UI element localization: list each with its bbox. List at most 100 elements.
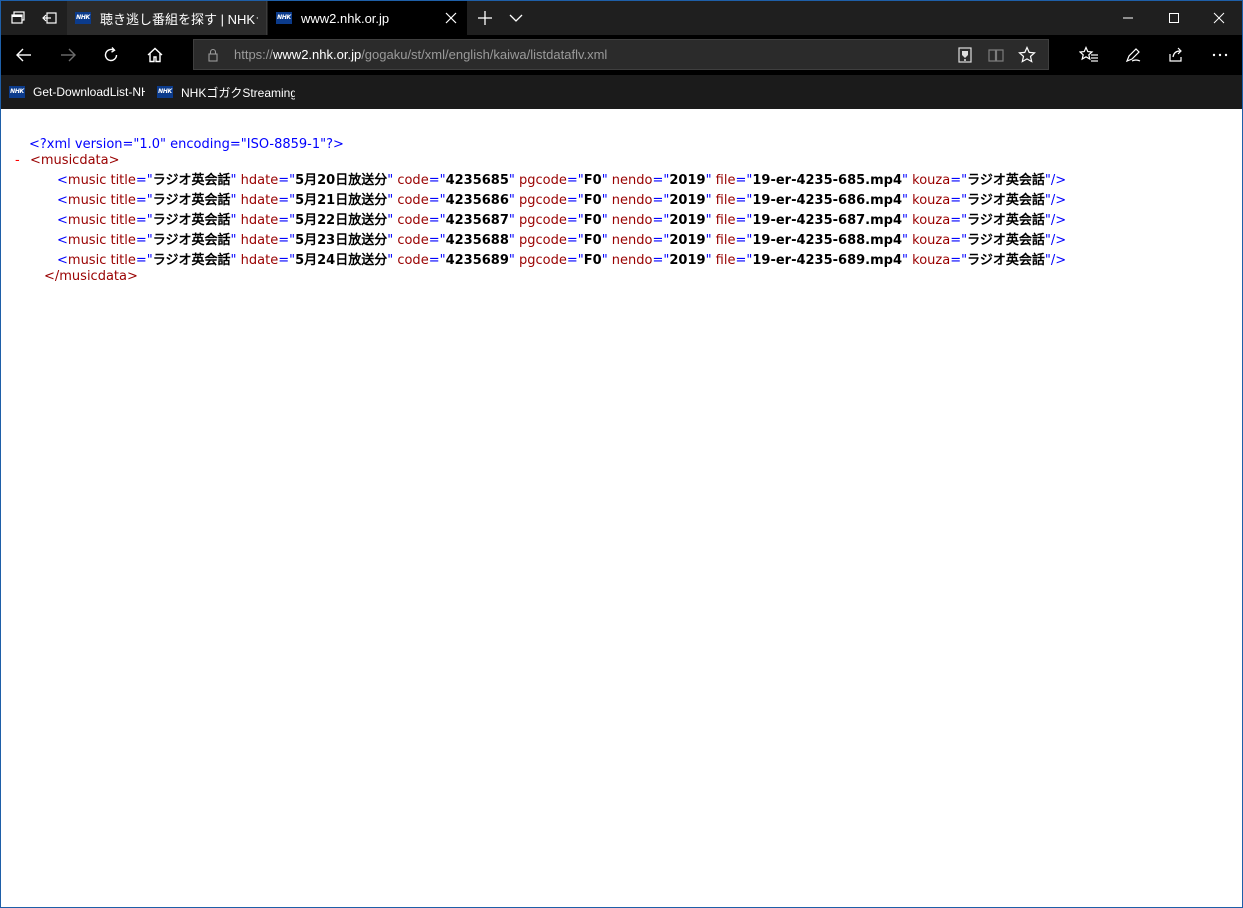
collapse-toggle[interactable]: - (15, 151, 20, 171)
attribute-value-kouza: ラジオ英会話 (967, 213, 1045, 228)
forward-button[interactable] (48, 35, 88, 75)
chevron-down-icon (509, 14, 523, 22)
attribute-quote: =" (652, 233, 670, 248)
add-notes-button[interactable] (1113, 35, 1153, 75)
navigation-bar: https://www2.nhk.or.jp/gogaku/st/xml/eng… (1, 35, 1242, 75)
attribute-value-title: ラジオ英会話 (152, 213, 231, 228)
plus-icon (478, 11, 492, 25)
attribute-name: code (393, 173, 429, 188)
tab-nhk-radio[interactable]: NHK 聴き逃し番組を探す | NHKラジ (67, 1, 267, 35)
back-button[interactable] (4, 35, 44, 75)
site-info-button[interactable] (198, 40, 228, 69)
attribute-name: kouza (908, 173, 951, 188)
xml-music-element: <music title="ラジオ英会話" hdate="5月22日放送分" c… (57, 211, 1066, 231)
attribute-name: nendo (607, 233, 653, 248)
tag-bracket: < (57, 253, 68, 268)
tag-bracket: < (57, 173, 68, 188)
attribute-quote: =" (278, 233, 296, 248)
xml-music-element: <music title="ラジオ英会話" hdate="5月23日放送分" c… (57, 231, 1066, 251)
attribute-quote: =" (135, 173, 153, 188)
media-icon (958, 46, 972, 63)
attribute-name: title (106, 193, 136, 208)
media-button[interactable] (950, 40, 980, 69)
tab-preview-button[interactable] (501, 1, 531, 35)
favorite-nhk-gogaku-streaming[interactable]: NHK NHKゴガクStreaming.b (157, 75, 295, 109)
attribute-quote: =" (428, 253, 446, 268)
attribute-value-hdate: 5月21日放送分 (295, 193, 388, 208)
attribute-value-code: 4235687 (445, 213, 509, 228)
attribute-value-file: 19-er-4235-687.mp4 (752, 213, 903, 228)
attribute-name: file (711, 193, 736, 208)
close-window-button[interactable] (1196, 1, 1242, 35)
tab-title: www2.nhk.or.jp (301, 10, 390, 26)
xml-music-element: <music title="ラジオ英会話" hdate="5月21日放送分" c… (57, 191, 1066, 211)
attribute-name: kouza (908, 253, 951, 268)
xml-music-element: <music title="ラジオ英会話" hdate="5月24日放送分" c… (57, 251, 1066, 271)
nhk-favicon-icon: NHK (157, 86, 173, 98)
attribute-quote: =" (566, 193, 584, 208)
attribute-quote: =" (428, 193, 446, 208)
share-button[interactable] (1156, 35, 1196, 75)
attribute-value-pgcode: F0 (583, 253, 602, 268)
attribute-name: kouza (908, 233, 951, 248)
attribute-value-code: 4235689 (445, 253, 509, 268)
attribute-name: code (393, 233, 429, 248)
add-favorite-button[interactable] (1012, 40, 1042, 69)
favorite-label: NHKゴガクStreaming.b (181, 85, 295, 100)
attribute-name: title (106, 173, 136, 188)
tag-bracket: < (57, 193, 68, 208)
attribute-quote: =" (652, 173, 670, 188)
attribute-quote: =" (278, 173, 296, 188)
tab-www2-nhk[interactable]: NHK www2.nhk.or.jp (268, 1, 467, 35)
new-tab-button[interactable] (469, 1, 501, 35)
attribute-value-code: 4235688 (445, 233, 509, 248)
minimize-button[interactable] (1105, 1, 1151, 35)
tag-bracket: /> (1050, 253, 1067, 268)
attribute-value-title: ラジオ英会話 (152, 253, 231, 268)
attribute-quote: =" (278, 253, 296, 268)
set-aside-tabs-icon (42, 12, 57, 24)
tab-manager-button[interactable] (1, 1, 35, 35)
tag-bracket: < (57, 213, 68, 228)
attribute-name: hdate (236, 193, 279, 208)
attribute-quote: =" (735, 193, 753, 208)
attribute-name: hdate (236, 173, 279, 188)
attribute-quote: =" (735, 213, 753, 228)
attribute-name: title (106, 253, 136, 268)
home-icon (147, 47, 163, 63)
attribute-value-nendo: 2019 (669, 213, 706, 228)
attribute-name: hdate (236, 213, 279, 228)
attribute-value-kouza: ラジオ英会話 (967, 173, 1045, 188)
attribute-value-nendo: 2019 (669, 233, 706, 248)
url-text[interactable]: https://www2.nhk.or.jp/gogaku/st/xml/eng… (234, 40, 607, 69)
attribute-quote: =" (735, 253, 753, 268)
nhk-favicon-icon: NHK (75, 12, 91, 24)
more-button[interactable] (1200, 35, 1240, 75)
close-icon (1213, 12, 1225, 24)
maximize-button[interactable] (1151, 1, 1197, 35)
reading-view-button[interactable] (981, 40, 1011, 69)
attribute-value-hdate: 5月22日放送分 (295, 213, 388, 228)
attribute-quote: =" (135, 193, 153, 208)
favorite-get-downloadlist[interactable]: NHK Get-DownloadList-NH (9, 75, 147, 109)
attribute-value-kouza: ラジオ英会話 (967, 253, 1045, 268)
attribute-name: nendo (607, 253, 653, 268)
attribute-name: file (711, 173, 736, 188)
address-bar[interactable]: https://www2.nhk.or.jp/gogaku/st/xml/eng… (193, 39, 1049, 70)
attribute-name: code (393, 253, 429, 268)
tag-bracket: < (57, 233, 68, 248)
tab-title: 聴き逃し番組を探す | NHKラジ (100, 11, 258, 27)
tag-name: music (67, 253, 107, 268)
xml-music-element: <music title="ラジオ英会話" hdate="5月20日放送分" c… (57, 171, 1066, 191)
set-aside-tabs-button[interactable] (35, 1, 65, 35)
attribute-value-file: 19-er-4235-686.mp4 (752, 193, 903, 208)
refresh-button[interactable] (91, 35, 131, 75)
attribute-quote: =" (950, 213, 968, 228)
home-button[interactable] (135, 35, 175, 75)
attribute-quote: =" (950, 193, 968, 208)
favorites-hub-button[interactable] (1069, 35, 1109, 75)
close-tab-button[interactable] (443, 10, 459, 26)
attribute-name: nendo (607, 213, 653, 228)
attribute-quote: =" (135, 233, 153, 248)
attribute-name: nendo (607, 173, 653, 188)
